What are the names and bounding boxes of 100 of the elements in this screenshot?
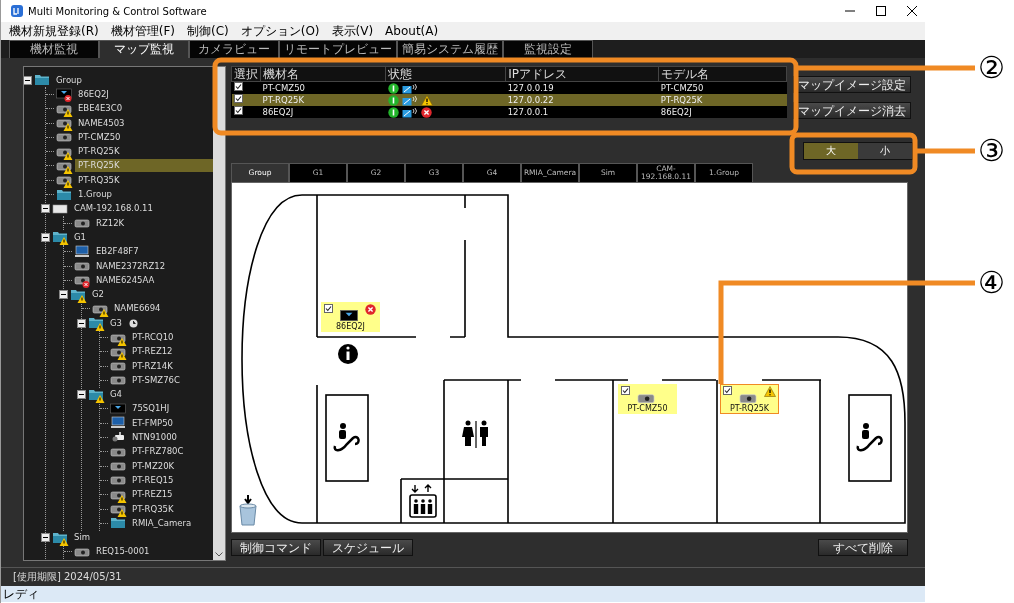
table-cell: PT-CMZ50 <box>658 81 787 94</box>
tree-item[interactable]: PT-REQ15 <box>129 473 213 487</box>
collapse-icon[interactable] <box>77 318 86 328</box>
tree-item[interactable]: Group <box>53 73 213 87</box>
tree-item[interactable]: 1.Group <box>75 188 213 201</box>
checkbox[interactable] <box>324 304 333 313</box>
checkbox[interactable] <box>233 106 243 115</box>
main-tab[interactable]: カメラビュー <box>189 40 279 58</box>
tree-item[interactable]: PT-CMZ50 <box>75 130 213 144</box>
map-image-button[interactable]: マップイメージ消去 <box>793 102 911 119</box>
collapse-icon[interactable] <box>41 232 50 242</box>
callout-line <box>917 148 975 154</box>
menu-item[interactable]: 制御(C) <box>186 23 229 39</box>
tree-item[interactable]: G2 <box>89 288 213 302</box>
tree-item[interactable]: G4 <box>107 388 213 402</box>
tree-item[interactable]: REQ15-0001 <box>93 545 213 559</box>
tree-item[interactable]: ET-FMP50 <box>129 416 213 430</box>
menu-item[interactable]: 機材新規登録(R) <box>9 23 99 39</box>
escalator-icon <box>333 423 360 452</box>
device-marker[interactable]: 86EQ2J <box>321 302 380 332</box>
tree-item[interactable]: NAME6245AA <box>93 273 213 287</box>
tree-item[interactable]: NAME2372RZ12 <box>93 259 213 273</box>
table-row[interactable]: PT-RQ25K 127.0.0.22 PT-RQ25K <box>231 94 787 106</box>
tree-item[interactable]: G3 <box>107 316 125 330</box>
clear-all-button[interactable]: すべて削除 <box>818 539 908 556</box>
tree-item[interactable]: PT-RCQ10 <box>129 331 213 344</box>
checkbox[interactable] <box>233 82 243 91</box>
tree-item[interactable]: EBE4E3C0 <box>75 102 213 116</box>
collapse-icon[interactable] <box>41 204 50 214</box>
menu-item[interactable]: 機材管理(F) <box>110 23 175 39</box>
tree-item[interactable]: PT-REZ15 <box>129 488 213 502</box>
table-row[interactable]: 86EQ2J 127.0.0.1 86EQ2J <box>231 106 787 118</box>
table-cell: PT-RQ25K <box>260 94 386 106</box>
action-button[interactable]: スケジュール <box>323 539 413 556</box>
main-tab[interactable]: リモートプレビュー <box>279 40 397 58</box>
table-cell: PT-RQ25K <box>658 94 787 106</box>
device-marker[interactable]: PT-CMZ50 <box>618 384 677 414</box>
tree-item[interactable]: RMIA_Camera <box>129 516 213 530</box>
restroom-icon <box>462 420 488 449</box>
expiry-date: [使用期限] 2024/05/31 <box>13 570 122 584</box>
action-button[interactable]: 制御コマンド <box>231 539 321 556</box>
table-cell: 127.0.0.1 <box>505 106 659 118</box>
main-tab[interactable]: 簡易システム履歴 <box>397 40 503 58</box>
tree-item[interactable]: NAME6694 <box>111 302 213 316</box>
column-header: 状態 <box>385 66 506 82</box>
collapse-icon[interactable] <box>59 290 68 300</box>
tree-item[interactable]: PT-SMZ76C <box>129 373 213 387</box>
scrollbar[interactable] <box>213 67 225 560</box>
tree-item[interactable]: 86EQ2J <box>75 87 213 101</box>
size-toggle-button[interactable]: 小 <box>858 143 912 159</box>
close-icon[interactable] <box>907 6 917 16</box>
tree-item[interactable]: NTN91000 <box>129 431 213 445</box>
column-header: 選択 <box>231 66 261 82</box>
tree-item[interactable]: CAM-192.168.0.11 <box>71 202 213 216</box>
elevator-icon <box>409 484 437 518</box>
callout-number: ② <box>978 53 1005 83</box>
checkbox[interactable] <box>233 94 243 103</box>
menu-item[interactable]: About(A) <box>385 23 439 39</box>
marker-label: PT-RQ25K <box>729 404 770 413</box>
menu-item[interactable]: オプション(O) <box>240 23 320 39</box>
table-cell: 86EQ2J <box>260 106 386 118</box>
tree-item[interactable]: PT-MZ20K <box>129 459 213 473</box>
tree-item[interactable]: PT-RZ14K <box>129 359 213 373</box>
collapse-icon[interactable] <box>41 533 50 543</box>
tree-item[interactable]: G1 <box>71 230 213 244</box>
main-tab[interactable]: 監視設定 <box>503 40 593 58</box>
tree-item[interactable]: NAME4503 <box>75 116 213 130</box>
window-title: Multi Monitoring & Control Software <box>28 5 208 17</box>
tree-item[interactable]: EB2F48F7 <box>93 245 213 259</box>
tree-item[interactable]: PT-RQ25K <box>75 145 213 159</box>
tree-item[interactable]: PT-RQ35K <box>129 502 213 516</box>
power-on-icon <box>387 82 399 94</box>
size-toggle-button[interactable]: 大 <box>804 143 858 159</box>
marker-label: 86EQ2J <box>336 322 365 331</box>
table-cell: PT-CMZ50 <box>260 81 386 94</box>
tree-item[interactable]: PT-REZ12 <box>129 345 213 359</box>
chevron-down-icon[interactable] <box>215 552 223 557</box>
network-icon <box>401 82 418 94</box>
table-cell: 86EQ2J <box>658 106 787 118</box>
tree-item[interactable]: RZ12K <box>93 216 213 230</box>
tree-item[interactable]: PT-RQ35K <box>75 173 213 187</box>
menu-item[interactable]: 表示(V) <box>331 23 374 39</box>
checkbox[interactable] <box>723 386 732 395</box>
map-image-button[interactable]: マップイメージ設定 <box>793 76 911 93</box>
escalator-icon <box>856 423 883 452</box>
tree-item[interactable]: 75SQ1HJ <box>129 402 213 416</box>
callout-number: ④ <box>978 268 1005 298</box>
main-tab[interactable]: 機材監視 <box>9 40 99 58</box>
table-cell: 127.0.0.22 <box>505 94 659 106</box>
collapse-icon[interactable] <box>77 390 86 400</box>
tree-item[interactable]: Sim <box>71 531 213 545</box>
table-cell: 127.0.0.19 <box>505 81 659 94</box>
collapse-icon[interactable] <box>24 75 32 85</box>
device-marker[interactable]: PT-RQ25K <box>720 384 779 414</box>
maximize-icon[interactable] <box>876 6 886 16</box>
tree-item[interactable]: PT-RQ25K <box>75 159 213 173</box>
trash-icon[interactable] <box>239 494 257 526</box>
checkbox[interactable] <box>621 386 630 395</box>
tree-item[interactable]: PT-FRZ780C <box>129 445 213 459</box>
main-tab[interactable]: マップ監視 <box>99 40 189 58</box>
